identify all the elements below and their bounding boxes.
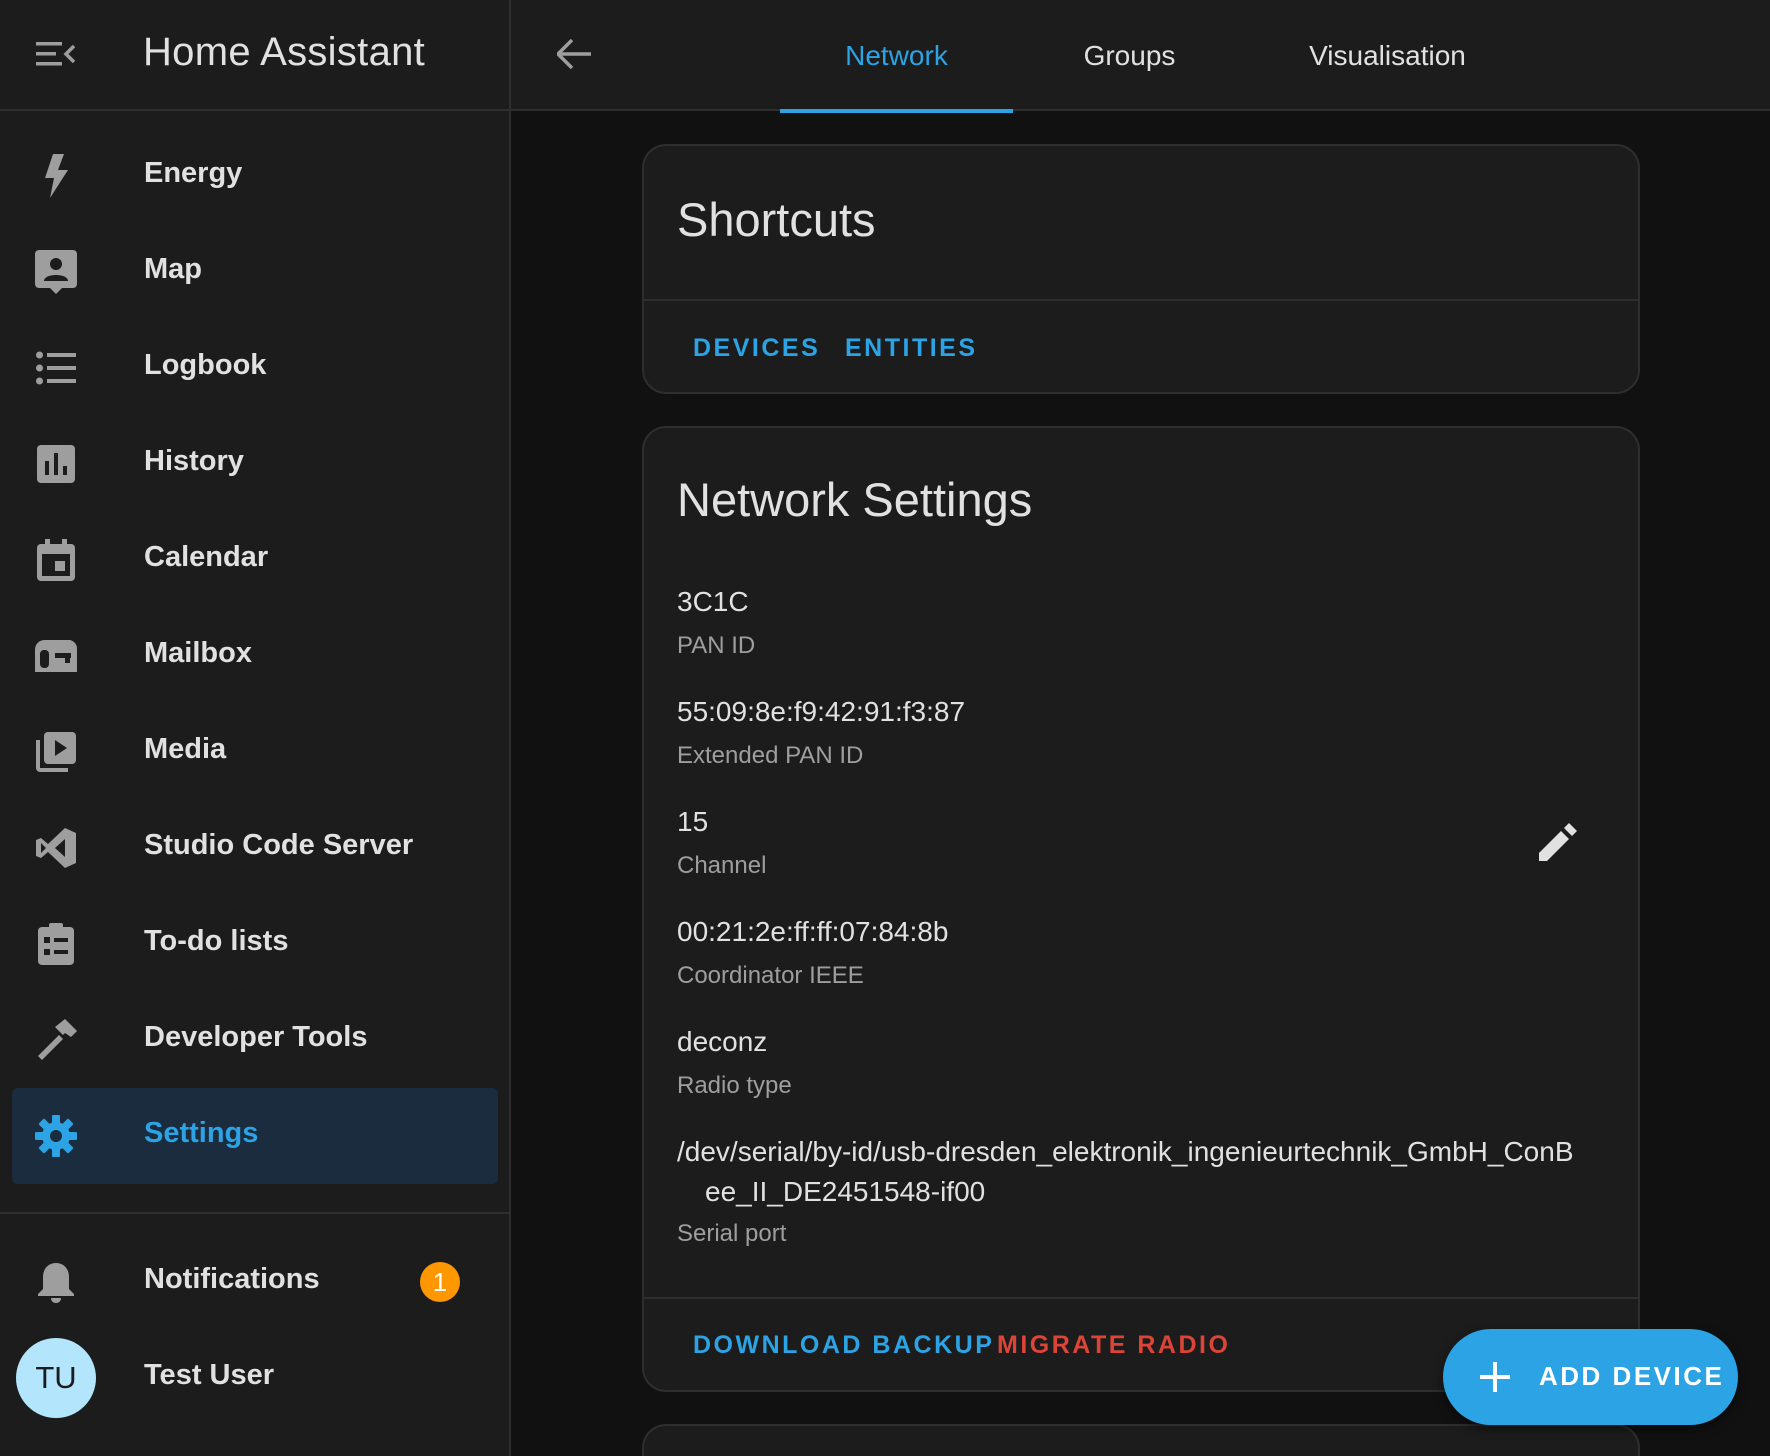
extended-pan-id-value: 55:09:8e:f9:42:91:f3:87 bbox=[677, 696, 966, 727]
sidebar-item-studio-code-server[interactable]: Studio Code Server bbox=[0, 800, 509, 896]
sidebar-item-label: Map bbox=[144, 253, 202, 285]
sidebar-item-notifications[interactable]: Notifications 1 bbox=[0, 1234, 509, 1330]
sidebar-item-label: Logbook bbox=[144, 349, 267, 381]
tab-groups[interactable]: Groups bbox=[1013, 0, 1246, 111]
pan-id-label: PAN ID bbox=[677, 632, 756, 659]
top-bar: Network Groups Visualisation bbox=[511, 0, 1770, 113]
shortcuts-title: Shortcuts bbox=[677, 193, 876, 246]
app-root: Home Assistant Energy Map Logbook Histor… bbox=[0, 0, 1770, 1456]
chart-box-icon bbox=[32, 440, 80, 488]
devices-button[interactable]: DEVICES bbox=[693, 334, 820, 363]
hammer-icon bbox=[32, 1016, 80, 1064]
pencil-icon bbox=[1539, 822, 1577, 866]
coordinator-ieee-value: 00:21:2e:ff:ff:07:84:8b bbox=[677, 916, 949, 947]
sidebar-item-label: Settings bbox=[144, 1117, 259, 1149]
plus-icon bbox=[1471, 1353, 1519, 1401]
tab-label: Groups bbox=[1083, 39, 1176, 71]
channel-value: 15 bbox=[677, 806, 709, 837]
serial-port-value-line-2: ee_II_DE2451548-if00 bbox=[705, 1176, 986, 1207]
calendar-icon bbox=[32, 536, 80, 584]
sidebar-divider bbox=[0, 1212, 509, 1214]
tab-visualisation[interactable]: Visualisation bbox=[1246, 0, 1529, 111]
menu-collapse-button[interactable] bbox=[32, 36, 80, 76]
sidebar-item-label: To-do lists bbox=[144, 925, 289, 957]
radio-type-label: Radio type bbox=[677, 1072, 792, 1099]
app-title: Home Assistant bbox=[143, 30, 426, 74]
sidebar-item-label: Test User bbox=[144, 1359, 275, 1391]
sidebar-item-map[interactable]: Map bbox=[0, 224, 509, 320]
next-card-edge bbox=[642, 1424, 1640, 1456]
sidebar-item-label: History bbox=[144, 445, 244, 477]
sidebar-item-settings[interactable]: Settings bbox=[12, 1088, 498, 1184]
coordinator-ieee-label: Coordinator IEEE bbox=[677, 962, 864, 989]
sidebar-item-label: Calendar bbox=[144, 541, 269, 573]
add-device-button[interactable]: ADD DEVICE bbox=[1443, 1329, 1738, 1425]
cog-icon bbox=[32, 1112, 80, 1160]
sidebar-item-energy[interactable]: Energy bbox=[0, 128, 509, 224]
card-divider bbox=[644, 299, 1638, 301]
sidebar-item-history[interactable]: History bbox=[0, 416, 509, 512]
sidebar-item-mailbox[interactable]: Mailbox bbox=[0, 608, 509, 704]
sidebar: Home Assistant Energy Map Logbook Histor… bbox=[0, 0, 511, 1456]
account-box-icon bbox=[32, 248, 80, 296]
arrow-left-icon bbox=[555, 38, 591, 74]
sidebar-item-logbook[interactable]: Logbook bbox=[0, 320, 509, 416]
sidebar-item-user[interactable]: TU Test User bbox=[0, 1330, 509, 1426]
network-settings-card: Network Settings 3C1C PAN ID 55:09:8e:f9… bbox=[642, 426, 1640, 1392]
network-settings-title: Network Settings bbox=[677, 473, 1033, 526]
play-box-multiple-icon bbox=[32, 728, 80, 776]
sidebar-item-label: Notifications bbox=[144, 1263, 320, 1295]
sidebar-item-label: Developer Tools bbox=[144, 1021, 368, 1053]
tab-network[interactable]: Network bbox=[780, 0, 1013, 113]
tab-active-indicator bbox=[780, 109, 1013, 113]
lightning-bolt-icon bbox=[32, 152, 80, 200]
sidebar-item-developer-tools[interactable]: Developer Tools bbox=[0, 992, 509, 1088]
pan-id-value: 3C1C bbox=[677, 586, 749, 617]
avatar: TU bbox=[16, 1338, 96, 1418]
serial-port-label: Serial port bbox=[677, 1220, 787, 1247]
migrate-radio-button[interactable]: MIGRATE RADIO bbox=[997, 1331, 1230, 1360]
tab-label: Network bbox=[845, 39, 948, 71]
mailbox-icon bbox=[32, 632, 80, 680]
sidebar-item-label: Media bbox=[144, 733, 227, 765]
channel-label: Channel bbox=[677, 852, 767, 879]
sidebar-item-label: Studio Code Server bbox=[144, 829, 414, 861]
sidebar-item-label: Mailbox bbox=[144, 637, 252, 669]
card-divider bbox=[644, 1297, 1638, 1299]
radio-type-value: deconz bbox=[677, 1026, 768, 1057]
menu-collapse-icon bbox=[36, 40, 76, 73]
sidebar-item-label: Energy bbox=[144, 157, 243, 189]
download-backup-button[interactable]: DOWNLOAD BACKUP bbox=[693, 1331, 994, 1360]
code-server-icon bbox=[32, 824, 80, 872]
bell-icon bbox=[32, 1258, 80, 1306]
sidebar-header: Home Assistant bbox=[0, 0, 509, 111]
edit-channel-button[interactable] bbox=[1534, 820, 1582, 868]
clipboard-list-icon bbox=[32, 920, 80, 968]
sidebar-item-todo-lists[interactable]: To-do lists bbox=[0, 896, 509, 992]
notification-count-badge: 1 bbox=[420, 1262, 460, 1302]
tab-label: Visualisation bbox=[1309, 39, 1466, 71]
shortcuts-card: Shortcuts DEVICES ENTITIES bbox=[642, 144, 1640, 394]
entities-button[interactable]: ENTITIES bbox=[845, 334, 978, 363]
serial-port-value-line-1: /dev/serial/by-id/usb-dresden_elektronik… bbox=[677, 1136, 1574, 1167]
back-button[interactable] bbox=[549, 31, 599, 81]
sidebar-nav: Energy Map Logbook History Calendar Mail… bbox=[0, 128, 509, 1184]
format-list-bulleted-icon bbox=[32, 344, 80, 392]
sidebar-item-calendar[interactable]: Calendar bbox=[0, 512, 509, 608]
extended-pan-id-label: Extended PAN ID bbox=[677, 742, 864, 769]
add-device-label: ADD DEVICE bbox=[1539, 1361, 1725, 1391]
sidebar-item-media[interactable]: Media bbox=[0, 704, 509, 800]
